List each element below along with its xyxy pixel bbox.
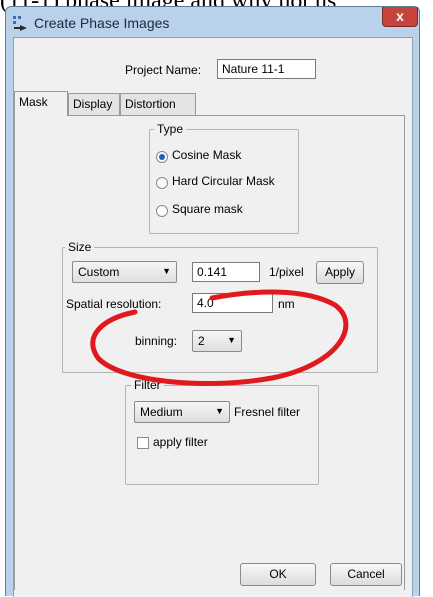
red-annotation-circle [90, 289, 349, 386]
